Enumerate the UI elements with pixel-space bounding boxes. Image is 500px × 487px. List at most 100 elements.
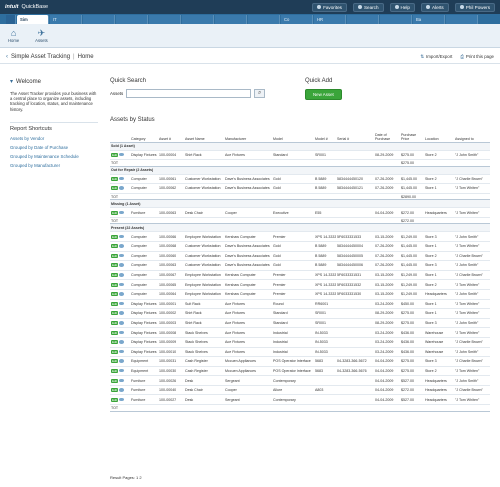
- tab-app[interactable]: [347, 15, 379, 24]
- column-header[interactable]: Category: [130, 128, 158, 143]
- edit-button[interactable]: Edit: [111, 186, 119, 191]
- alerts-button[interactable]: Alerts: [420, 2, 449, 12]
- tab-apps[interactable]: [6, 15, 16, 24]
- tab-app[interactable]: [248, 15, 280, 24]
- view-icon[interactable]: [119, 368, 125, 373]
- edit-button[interactable]: Edit: [111, 176, 119, 181]
- brand-logo[interactable]: intuit QuickBase: [5, 4, 48, 10]
- edit-button[interactable]: Edit: [111, 253, 119, 258]
- column-header[interactable]: Asset Name: [184, 128, 224, 143]
- edit-button[interactable]: Edit: [111, 244, 119, 249]
- edit-button[interactable]: Edit: [111, 321, 119, 326]
- table-row[interactable]: Edit Computer 100-00063 Customer Workstatio…: [110, 260, 490, 271]
- view-icon[interactable]: [119, 359, 125, 363]
- column-header[interactable]: Date of Purchase: [374, 128, 400, 143]
- edit-button[interactable]: Edit: [111, 378, 119, 383]
- edit-button[interactable]: Edit: [111, 397, 119, 402]
- tab-app[interactable]: [116, 15, 148, 24]
- view-icon[interactable]: [119, 282, 125, 287]
- edit-button[interactable]: Edit: [111, 349, 119, 354]
- table-row[interactable]: Edit Furniture 100-00027 Desk Sergeant Contem…: [110, 394, 490, 406]
- app-title[interactable]: Simple Asset Tracking: [11, 54, 70, 60]
- group-header-row[interactable]: Present (22 Assets): [110, 223, 490, 233]
- column-header[interactable]: Manufacturer: [224, 128, 272, 143]
- column-header[interactable]: Serial #: [336, 128, 374, 143]
- tab-app[interactable]: [182, 15, 214, 24]
- print-link[interactable]: ⎙ Print this page: [460, 54, 494, 60]
- table-row[interactable]: Edit Computer 100-00068 Customer Workstatio…: [110, 241, 490, 252]
- table-row[interactable]: Edit Computer 100-00064 Employee Workstatio…: [110, 289, 490, 300]
- table-row[interactable]: Edit Computer 100-00066 Employee Workstatio…: [110, 231, 490, 242]
- view-icon[interactable]: [119, 263, 125, 267]
- edit-button[interactable]: Edit: [111, 263, 119, 268]
- table-row[interactable]: Edit Furniture 100-00026 Desk Sergeant Contem…: [110, 375, 490, 386]
- table-row[interactable]: Edit Display Fixtures 100-00004 Shirt Rack A…: [110, 150, 490, 161]
- view-icon[interactable]: [119, 397, 125, 402]
- table-row[interactable]: Edit Furniture 100-00063 Desk Chair Cooper Ex…: [110, 207, 490, 218]
- back-chevron-icon[interactable]: ‹: [6, 54, 8, 60]
- shortcut-maintenance-schedule[interactable]: Grouped by Maintenance Schedule: [10, 154, 98, 159]
- view-icon[interactable]: [119, 186, 125, 190]
- view-icon[interactable]: [119, 349, 125, 354]
- column-header[interactable]: Model #: [314, 128, 336, 143]
- view-icon[interactable]: [119, 378, 125, 383]
- view-icon[interactable]: [119, 340, 125, 344]
- table-row[interactable]: Edit Display Fixtures 100-00003 Shirt Rack A…: [110, 318, 490, 329]
- edit-button[interactable]: Edit: [111, 368, 119, 373]
- view-icon[interactable]: [119, 388, 125, 392]
- view-icon[interactable]: [119, 176, 125, 181]
- edit-button[interactable]: Edit: [111, 210, 119, 215]
- group-header-row[interactable]: Sold (1 Asset): [110, 141, 490, 151]
- search-icon[interactable]: ⌕: [254, 89, 266, 98]
- view-icon[interactable]: [119, 321, 125, 325]
- tab-app[interactable]: [446, 15, 478, 24]
- assets-button[interactable]: ✈ Assets: [35, 28, 48, 43]
- edit-button[interactable]: Edit: [111, 311, 119, 316]
- table-row[interactable]: Edit Computer 100-00067 Employee Workstatio…: [110, 270, 490, 281]
- quick-search-input[interactable]: [126, 89, 252, 98]
- tab-ba[interactable]: Ba: [413, 15, 445, 24]
- edit-button[interactable]: Edit: [111, 301, 119, 306]
- edit-button[interactable]: Edit: [111, 273, 119, 278]
- table-row[interactable]: Edit Computer 100-00060 Customer Workstatio…: [110, 251, 490, 262]
- table-row[interactable]: Edit Display Fixtures 100-00002 Shirt Rack A…: [110, 308, 490, 319]
- table-row[interactable]: Edit Display Fixtures 100-00008 Stack Shelv…: [110, 327, 490, 338]
- new-asset-button[interactable]: New Asset: [305, 89, 342, 100]
- edit-button[interactable]: Edit: [111, 292, 119, 297]
- column-header[interactable]: Asset #: [158, 128, 184, 143]
- user-menu[interactable]: Phil Powers: [454, 2, 495, 12]
- view-icon[interactable]: [119, 301, 125, 306]
- shortcut-date-of-purchase[interactable]: Grouped by Date of Purchase: [10, 145, 98, 150]
- view-icon[interactable]: [119, 330, 125, 335]
- home-button[interactable]: ⌂ Home: [8, 28, 19, 43]
- table-row[interactable]: Edit Equipment 100-00030 Cash Register Mccue…: [110, 366, 490, 377]
- view-icon[interactable]: [119, 253, 125, 258]
- column-header[interactable]: Location: [424, 128, 454, 143]
- view-icon[interactable]: [119, 273, 125, 277]
- shortcut-manufacturer[interactable]: Grouped by Manufacturer: [10, 163, 98, 168]
- shortcut-assets-by-vendor[interactable]: Assets by Vendor: [10, 136, 98, 141]
- import-export-link[interactable]: ⇅ Import/Export: [420, 54, 452, 60]
- tab-app[interactable]: [149, 15, 181, 24]
- view-icon[interactable]: [119, 311, 125, 315]
- tab-app[interactable]: [380, 15, 412, 24]
- column-header[interactable]: Model: [272, 128, 314, 143]
- table-row[interactable]: Edit Display Fixtures 100-00010 Stack Shelv…: [110, 347, 490, 358]
- table-row[interactable]: Edit Display Fixtures 100-00009 Stack Shelv…: [110, 337, 490, 348]
- tab-app[interactable]: [215, 15, 247, 24]
- view-icon[interactable]: [119, 234, 125, 239]
- group-header-row[interactable]: Out for Repair (2 Assets): [110, 165, 490, 175]
- edit-button[interactable]: Edit: [111, 359, 119, 364]
- table-row[interactable]: Edit Equipment 100-00031 Cash Register Mccue…: [110, 356, 490, 367]
- column-header[interactable]: Purchase Price: [400, 128, 424, 143]
- column-header[interactable]: Assigned to: [454, 128, 490, 143]
- view-icon[interactable]: [119, 244, 125, 248]
- help-button[interactable]: Help: [389, 2, 415, 12]
- column-header[interactable]: [110, 128, 130, 143]
- table-row[interactable]: Edit Furniture 100-00040 Desk Chair Cooper Al…: [110, 385, 490, 396]
- result-pages[interactable]: Result Pages: 1 2: [110, 475, 142, 480]
- group-header-row[interactable]: Missing (1 Asset): [110, 199, 490, 209]
- search-button[interactable]: Search: [352, 2, 384, 12]
- edit-button[interactable]: Edit: [111, 340, 119, 345]
- tab-co[interactable]: Co: [281, 15, 313, 24]
